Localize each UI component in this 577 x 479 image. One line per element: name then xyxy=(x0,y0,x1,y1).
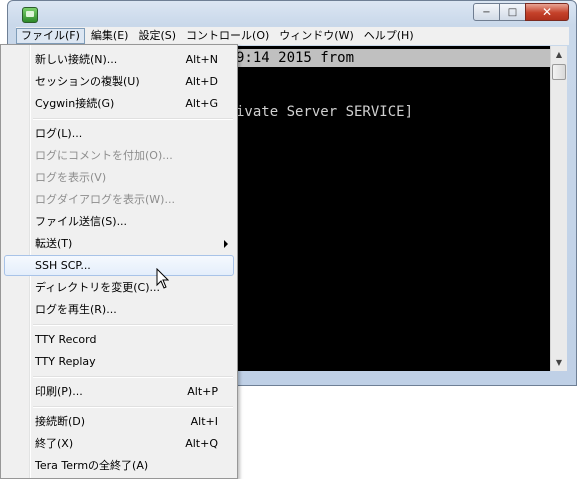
menu-help[interactable]: ヘルプ(H) xyxy=(360,28,418,44)
menu-item-change-directory[interactable]: ディレクトリを変更(C)... xyxy=(4,277,234,298)
menu-item-shortcut: Alt+I xyxy=(190,415,218,428)
menu-item-replay-log[interactable]: ログを再生(R)... xyxy=(4,299,234,320)
menu-separator xyxy=(33,118,233,120)
menu-item-transfer[interactable]: 転送(T) xyxy=(4,233,234,254)
menu-item-shortcut: Alt+G xyxy=(185,97,218,110)
menu-item-label: TTY Replay xyxy=(35,355,96,368)
menu-item-label: ログダイアログを表示(W)... xyxy=(35,193,175,206)
scroll-thumb[interactable] xyxy=(552,64,566,80)
maximize-icon: □ xyxy=(507,6,518,18)
menu-item-label: Cygwin接続(G) xyxy=(35,97,115,110)
terminal-line-2: ivate Server SERVICE] xyxy=(236,104,414,120)
menu-item-shortcut: Alt+N xyxy=(185,53,218,66)
menu-item-label: 新しい接続(N)... xyxy=(35,53,118,66)
menu-item-exit[interactable]: 終了(X) Alt+Q xyxy=(4,433,234,454)
terminal-line-1: 9:14 2015 from xyxy=(236,49,550,67)
menu-item-tty-record[interactable]: TTY Record xyxy=(4,329,234,350)
menu-item-duplicate-session[interactable]: セッションの複製(U) Alt+D xyxy=(4,71,234,92)
menu-item-label: ログ(L)... xyxy=(35,127,83,140)
file-menu-dropdown: 新しい接続(N)... Alt+N セッションの複製(U) Alt+D Cygw… xyxy=(0,44,238,479)
close-button[interactable]: ✕ xyxy=(525,3,569,21)
menu-item-label: 転送(T) xyxy=(35,237,73,250)
menu-item-label: ディレクトリを変更(C)... xyxy=(35,281,160,294)
submenu-arrow-icon xyxy=(224,240,228,248)
menu-item-shortcut: Alt+Q xyxy=(185,437,218,450)
menu-item-label: ログを再生(R)... xyxy=(35,303,117,316)
menu-control[interactable]: コントロール(O) xyxy=(182,28,273,44)
menu-edit[interactable]: 編集(E) xyxy=(87,28,133,44)
menu-item-exit-all[interactable]: Tera Termの全終了(A) xyxy=(4,455,234,476)
menu-item-shortcut: Alt+D xyxy=(185,75,218,88)
menu-separator xyxy=(33,376,233,378)
vertical-scrollbar[interactable]: ▲ ▼ xyxy=(550,46,567,371)
menu-item-log[interactable]: ログ(L)... xyxy=(4,123,234,144)
menubar: ファイル(F) 編集(E) 設定(S) コントロール(O) ウィンドウ(W) ヘ… xyxy=(16,27,569,45)
menu-item-disconnect[interactable]: 接続断(D) Alt+I xyxy=(4,411,234,432)
menu-item-label: TTY Record xyxy=(35,333,97,346)
menu-setup[interactable]: 設定(S) xyxy=(134,28,180,44)
menu-item-label: ログを表示(V) xyxy=(35,171,107,184)
menu-item-shortcut: Alt+P xyxy=(187,385,218,398)
menu-item-tty-replay[interactable]: TTY Replay xyxy=(4,351,234,372)
menu-file[interactable]: ファイル(F) xyxy=(16,28,85,44)
minimize-button[interactable]: − xyxy=(473,3,500,21)
menu-item-log-comment: ログにコメントを付加(O)... xyxy=(4,145,234,166)
menu-item-label: Tera Termの全終了(A) xyxy=(35,459,149,472)
mouse-pointer-icon xyxy=(156,268,169,289)
menu-item-label: ファイル送信(S)... xyxy=(35,215,128,228)
tera-term-app-icon[interactable] xyxy=(22,7,38,23)
menu-item-show-log-dialog: ログダイアログを表示(W)... xyxy=(4,189,234,210)
caption-buttons: − □ ✕ xyxy=(473,3,569,22)
menu-item-label: 終了(X) xyxy=(35,437,74,450)
menu-window[interactable]: ウィンドウ(W) xyxy=(275,28,357,44)
menu-item-new-connection[interactable]: 新しい接続(N)... Alt+N xyxy=(4,49,234,70)
menu-item-ssh-scp[interactable]: SSH SCP... xyxy=(4,255,234,276)
minimize-icon: − xyxy=(482,6,491,18)
close-icon: ✕ xyxy=(541,5,553,19)
menu-item-label: 印刷(P)... xyxy=(35,385,83,398)
scroll-down-icon[interactable]: ▼ xyxy=(551,354,567,371)
scroll-up-icon[interactable]: ▲ xyxy=(551,46,567,63)
menu-separator xyxy=(33,406,233,408)
menu-item-label: セッションの複製(U) xyxy=(35,75,140,88)
menu-item-send-file[interactable]: ファイル送信(S)... xyxy=(4,211,234,232)
maximize-button[interactable]: □ xyxy=(499,3,526,21)
menu-item-label: 接続断(D) xyxy=(35,415,86,428)
menu-separator xyxy=(33,324,233,326)
menu-item-cygwin-connection[interactable]: Cygwin接続(G) Alt+G xyxy=(4,93,234,114)
menu-item-label: SSH SCP... xyxy=(35,259,91,272)
menu-item-view-log: ログを表示(V) xyxy=(4,167,234,188)
menu-item-print[interactable]: 印刷(P)... Alt+P xyxy=(4,381,234,402)
menu-item-label: ログにコメントを付加(O)... xyxy=(35,149,173,162)
